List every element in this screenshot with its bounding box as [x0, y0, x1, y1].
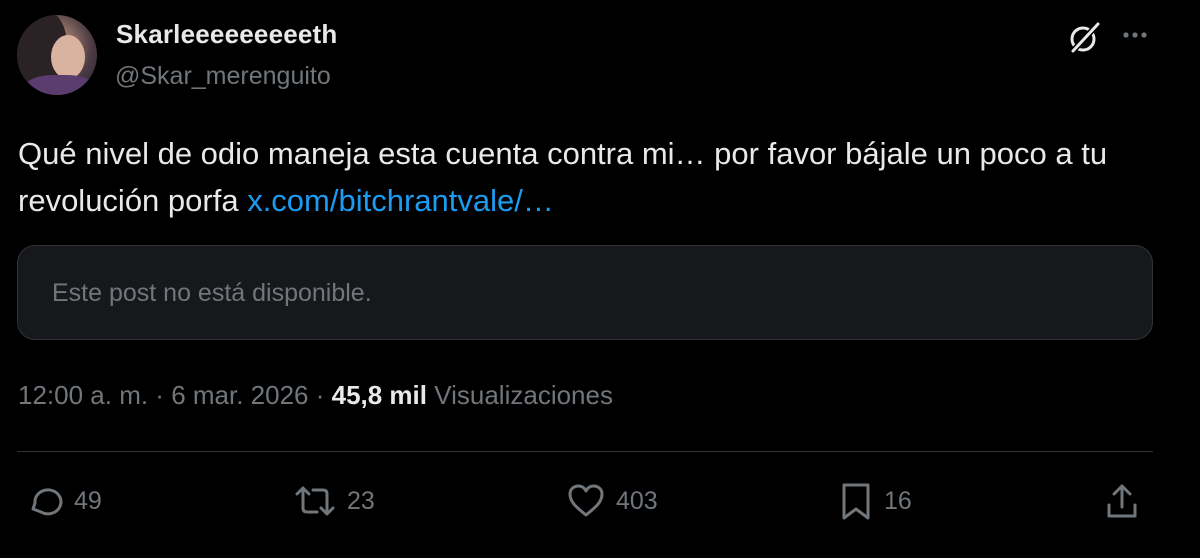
grok-icon[interactable]: [1066, 20, 1102, 56]
share-button[interactable]: [1104, 481, 1140, 521]
views-count: 45,8 mil: [331, 380, 428, 410]
more-icon[interactable]: [1118, 22, 1152, 48]
repost-count: 23: [347, 486, 375, 515]
unavailable-message: Este post no está disponible.: [52, 279, 372, 307]
heart-icon: [568, 484, 604, 517]
like-count: 403: [616, 486, 658, 515]
tweet-link[interactable]: x.com/bitchrantvale/…: [247, 183, 554, 218]
repost-button[interactable]: 23: [293, 481, 375, 521]
tweet-date[interactable]: 6 mar. 2026: [171, 380, 308, 410]
tweet-meta: 12:00 a. m. · 6 mar. 2026 · 45,8 mil Vis…: [18, 380, 613, 410]
reply-count: 49: [74, 486, 102, 515]
divider: [17, 451, 1153, 452]
reply-icon: [31, 488, 63, 516]
like-button[interactable]: 403: [566, 481, 658, 521]
tweet-text: Qué nivel de odio maneja esta cuenta con…: [18, 130, 1158, 224]
views-label: Visualizaciones: [427, 380, 613, 410]
author-display-name[interactable]: Skarleeeeeeeeeth: [116, 19, 337, 50]
bookmark-icon: [842, 483, 870, 520]
reply-button[interactable]: 49: [24, 481, 102, 521]
share-icon: [1107, 484, 1137, 518]
tweet-body: Qué nivel de odio maneja esta cuenta con…: [18, 136, 1108, 218]
repost-icon: [295, 486, 335, 516]
quoted-post-unavailable: Este post no está disponible.: [17, 245, 1153, 340]
avatar[interactable]: [17, 15, 97, 95]
bookmark-button[interactable]: 16: [838, 481, 912, 521]
author-handle[interactable]: @Skar_merenguito: [115, 62, 331, 91]
tweet-time[interactable]: 12:00 a. m.: [18, 380, 148, 410]
bookmark-count: 16: [884, 486, 912, 515]
